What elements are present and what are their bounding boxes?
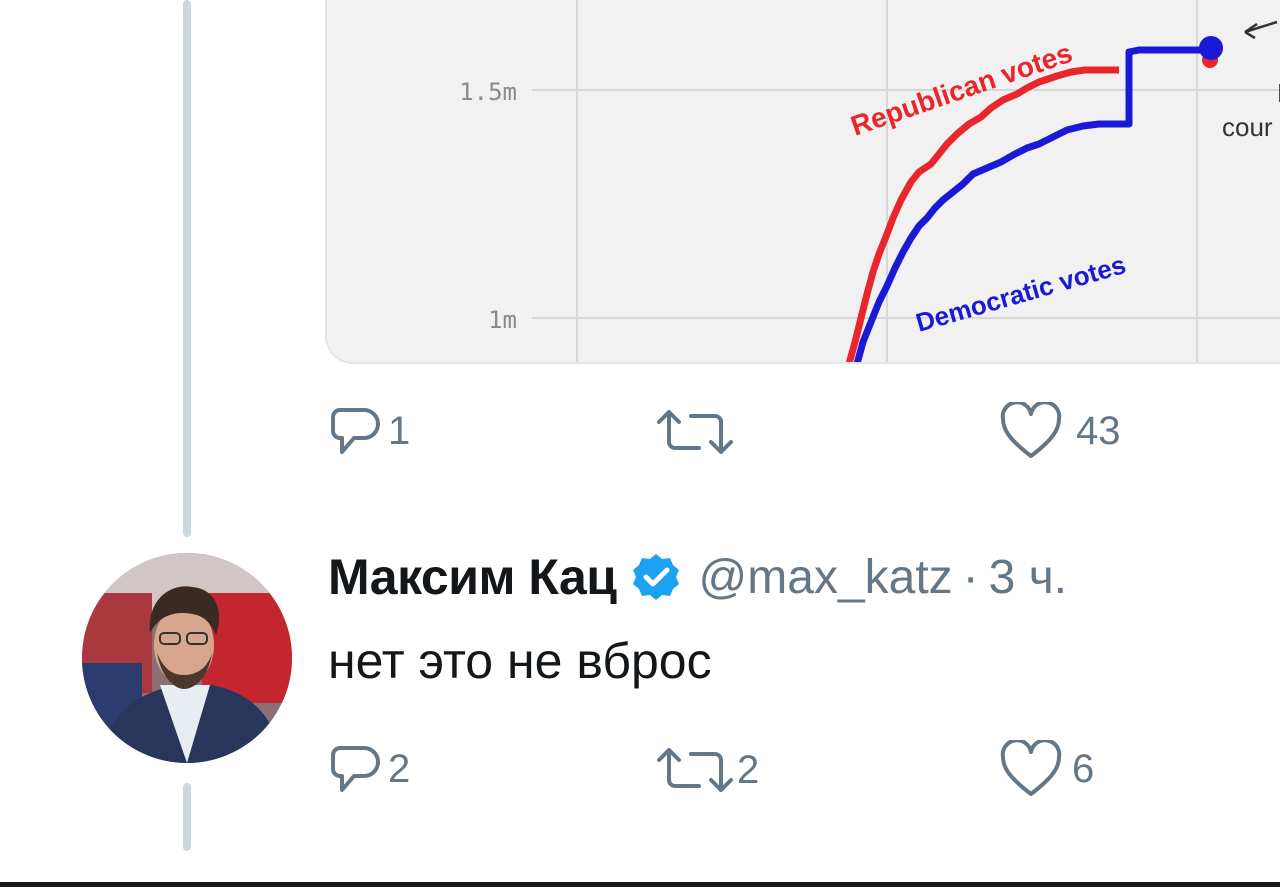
heart-icon (1000, 402, 1062, 458)
retweet-icon (657, 748, 733, 792)
header-separator: · (962, 550, 979, 604)
annotation-arrow (1244, 20, 1278, 40)
democratic-votes-label: Democratic votes (912, 249, 1129, 338)
author-handle[interactable]: @max_katz (699, 550, 953, 605)
thread-line-bottom (183, 783, 191, 851)
tweet-media-chart[interactable]: 1.5m 1m E cour Republican votes Democrat… (325, 0, 1280, 364)
y-tick-label: 1m (488, 306, 517, 334)
verified-badge-icon (632, 554, 679, 600)
thread-line-top (183, 0, 191, 537)
heart-icon (1000, 740, 1062, 796)
retweet-icon (657, 410, 733, 454)
tweet-timestamp[interactable]: 3 ч. (989, 550, 1067, 605)
like-action[interactable]: 6 (1000, 740, 1094, 798)
retweet-action[interactable]: 2 (655, 746, 759, 794)
retweet-action[interactable] (655, 408, 741, 456)
tweet-header: Максим Кац @max_katz · 3 ч. (328, 548, 1067, 606)
annotation-text: cour (1222, 112, 1273, 142)
democratic-end-marker (1199, 36, 1223, 60)
vote-count-chart: 1.5m 1m E cour Republican votes Democrat… (459, 0, 1280, 362)
bottom-divider (0, 882, 1280, 887)
reply-icon (331, 408, 380, 454)
like-count: 43 (1076, 409, 1121, 453)
like-action[interactable]: 43 (1000, 402, 1121, 460)
reply-count: 2 (388, 747, 411, 791)
avatar[interactable] (82, 553, 292, 763)
tweet-text: нет это не вброс (328, 633, 712, 689)
reply-count: 1 (388, 409, 411, 453)
reply-action[interactable]: 1 (330, 402, 410, 460)
reply-icon (331, 746, 380, 792)
y-tick-label: 1.5m (459, 78, 517, 106)
reply-action[interactable]: 2 (330, 740, 410, 798)
like-count: 6 (1072, 747, 1095, 791)
author-display-name[interactable]: Максим Кац (328, 548, 617, 606)
avatar-photo (82, 553, 292, 763)
retweet-count: 2 (737, 748, 760, 792)
